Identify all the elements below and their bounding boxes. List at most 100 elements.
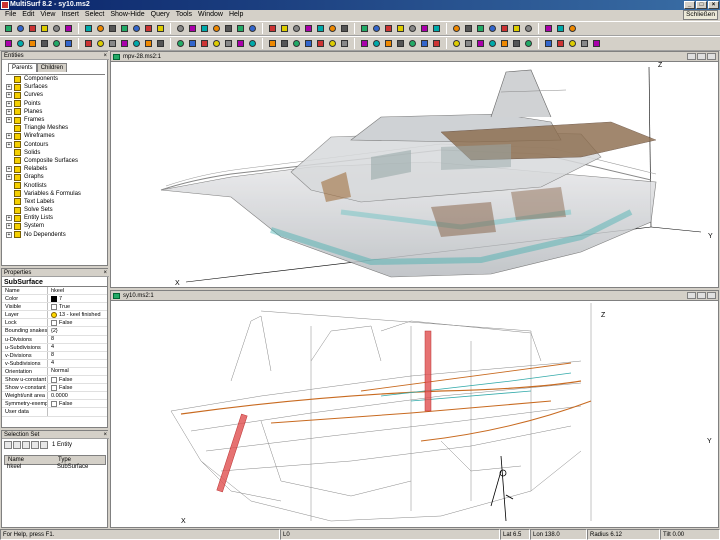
table-row[interactable]: hkeel SubSurface (4, 464, 106, 470)
snake-icon[interactable] (383, 38, 394, 49)
menu-file[interactable]: File (2, 10, 19, 20)
remove-icon[interactable] (31, 441, 39, 449)
bead-icon[interactable] (499, 23, 510, 34)
snake-icon[interactable] (27, 38, 38, 49)
property-value-cell[interactable]: 13 - keel finished (48, 311, 107, 318)
help-icon[interactable] (339, 23, 350, 34)
checkbox[interactable] (51, 400, 57, 407)
property-row[interactable]: Orientation Normal (2, 367, 107, 377)
tree-item[interactable]: Solve Sets (6, 206, 105, 214)
property-value-cell[interactable]: 4 (48, 344, 107, 351)
wireframe-icon[interactable] (199, 23, 210, 34)
expand-icon[interactable]: + (6, 215, 12, 222)
view-side-icon[interactable] (175, 38, 186, 49)
rotate-icon[interactable] (247, 38, 258, 49)
magnet-icon[interactable] (63, 38, 74, 49)
property-value-cell[interactable]: 0.0000 (48, 392, 107, 399)
bead-icon[interactable] (83, 38, 94, 49)
menu-show-hide[interactable]: Show-Hide (107, 10, 147, 20)
tree-item[interactable]: + Relabels (6, 165, 105, 173)
graph-icon[interactable] (475, 38, 486, 49)
minimize-button[interactable]: _ (684, 1, 695, 9)
wireframe-icon[interactable] (487, 38, 498, 49)
move-up-icon[interactable] (13, 441, 21, 449)
property-value-cell[interactable]: 8 (48, 336, 107, 343)
minimize-button[interactable] (687, 53, 696, 60)
expand-icon[interactable]: + (6, 174, 12, 181)
frame-icon[interactable] (475, 23, 486, 34)
menu-insert[interactable]: Insert (58, 10, 82, 20)
snake-icon[interactable] (451, 23, 462, 34)
property-value-cell[interactable]: False (48, 376, 107, 383)
close-button[interactable] (707, 292, 716, 299)
tree-item[interactable]: Composite Surfaces (6, 157, 105, 165)
expand-icon[interactable]: + (6, 100, 12, 107)
property-row[interactable]: Visible True (2, 303, 107, 312)
graph-icon[interactable] (543, 23, 554, 34)
menu-help[interactable]: Help (226, 10, 246, 20)
view-iso-icon[interactable] (267, 23, 278, 34)
menu-edit[interactable]: Edit (19, 10, 37, 20)
expand-icon[interactable]: + (6, 166, 12, 173)
point-icon[interactable] (51, 23, 62, 34)
open-icon[interactable] (15, 23, 26, 34)
close-icon[interactable]: × (103, 431, 107, 439)
wireframe-icon[interactable] (555, 23, 566, 34)
property-row[interactable]: User data (2, 408, 107, 417)
rotate-icon[interactable] (315, 23, 326, 34)
close-button[interactable] (707, 53, 716, 60)
property-value-cell[interactable]: True (48, 303, 107, 310)
property-row[interactable]: Lock False (2, 319, 107, 328)
tree-item[interactable]: + Wireframes (6, 132, 105, 140)
maximize-button[interactable]: □ (696, 1, 707, 9)
save-icon[interactable] (315, 38, 326, 49)
tree-item[interactable]: + System (6, 222, 105, 230)
property-row[interactable]: Color 7 (2, 295, 107, 304)
help-icon[interactable] (279, 38, 290, 49)
move-down-icon[interactable] (22, 441, 30, 449)
expand-icon[interactable]: + (6, 84, 12, 91)
surface-icon[interactable] (371, 38, 382, 49)
tree-item[interactable]: Solids (6, 149, 105, 157)
solid-icon[interactable] (211, 23, 222, 34)
zoom-in-icon[interactable] (211, 38, 222, 49)
clear-icon[interactable] (40, 441, 48, 449)
close-icon[interactable]: × (103, 269, 107, 277)
tree-item[interactable]: Components (6, 75, 105, 83)
tree-item[interactable]: + Curves (6, 91, 105, 99)
expand-icon[interactable]: + (6, 133, 12, 140)
menu-query[interactable]: Query (148, 10, 173, 20)
curve-icon[interactable] (419, 23, 430, 34)
undo-icon[interactable] (395, 23, 406, 34)
property-value-cell[interactable] (48, 408, 107, 415)
pan-icon[interactable] (591, 38, 602, 49)
checkbox[interactable] (51, 319, 57, 326)
property-row[interactable]: u-Subdivisions 4 (2, 343, 107, 352)
property-value-cell[interactable]: False (48, 384, 107, 391)
tree-item[interactable]: Knotlists (6, 181, 105, 190)
expand-icon[interactable]: + (6, 231, 12, 238)
contour-icon[interactable] (39, 38, 50, 49)
view-side-icon[interactable] (235, 23, 246, 34)
zoom-in-icon[interactable] (279, 23, 290, 34)
tree-item[interactable]: Variables & Formulas (6, 190, 105, 198)
property-value-cell[interactable]: False (48, 400, 107, 407)
solid-icon[interactable] (143, 38, 154, 49)
magnet-icon[interactable] (131, 23, 142, 34)
column-name[interactable]: Name (5, 456, 55, 464)
magnet-icon[interactable] (419, 38, 430, 49)
curve-icon[interactable] (63, 23, 74, 34)
undo-icon[interactable] (39, 23, 50, 34)
view-iso-icon[interactable] (555, 38, 566, 49)
zoom-out-icon[interactable] (223, 38, 234, 49)
tree-item[interactable]: + Entity Lists (6, 214, 105, 222)
expand-icon[interactable]: + (6, 141, 12, 148)
property-row[interactable]: Weight/unit area 0.0000 (2, 392, 107, 401)
maximize-button[interactable] (697, 53, 706, 60)
zoom-out-icon[interactable] (291, 23, 302, 34)
property-row[interactable]: v-Subdivisions 4 (2, 359, 107, 368)
contour-icon[interactable] (107, 23, 118, 34)
expand-icon[interactable]: + (6, 92, 12, 99)
checkbox[interactable] (51, 376, 57, 383)
property-value-cell[interactable]: 4 (48, 360, 107, 367)
